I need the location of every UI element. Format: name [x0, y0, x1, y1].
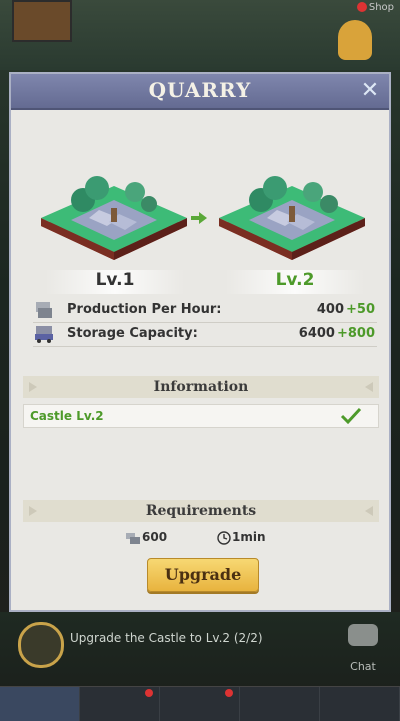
- decor-left: [29, 382, 37, 392]
- notification-badge: [145, 689, 153, 697]
- stat-value: 400 +50: [316, 302, 375, 317]
- condition-label: Castle Lv.2: [30, 409, 104, 423]
- upgrade-dialog: QUARRY ✕ Lv.1 Lv.2 Production Per Hour: …: [9, 72, 391, 612]
- decor-left: [29, 506, 37, 516]
- decor-right: [365, 506, 373, 516]
- chat-icon: [348, 624, 378, 646]
- hero-portrait: [12, 0, 72, 42]
- close-button[interactable]: ✕: [357, 78, 383, 104]
- stat-production-row: Production Per Hour: 400 +50: [33, 298, 377, 323]
- next-level-label: Lv.2: [225, 270, 365, 294]
- check-icon: [340, 407, 362, 425]
- stat-bonus: +50: [346, 302, 375, 317]
- upgrade-arrow-icon: [191, 212, 207, 224]
- nav-alliance[interactable]: [320, 687, 400, 721]
- quarry-lv1-image: [41, 176, 187, 260]
- quest-icon[interactable]: [18, 622, 64, 668]
- event-icon: [338, 20, 372, 60]
- requirements-list: 600 1min: [11, 530, 389, 552]
- condition-row: Castle Lv.2: [23, 404, 379, 428]
- requirements-heading: Requirements: [23, 500, 379, 522]
- stat-label: Production Per Hour:: [67, 302, 222, 317]
- close-icon: ✕: [360, 78, 380, 103]
- stat-value: 6400 +800: [298, 326, 375, 341]
- stat-storage-row: Storage Capacity: 6400 +800: [33, 322, 377, 347]
- quarry-lv2-image: [219, 176, 365, 260]
- information-heading-text: Information: [153, 379, 249, 395]
- clock-icon: [217, 530, 231, 545]
- time-cost: 1min: [217, 530, 266, 545]
- bottom-nav: [0, 686, 400, 721]
- decor-right: [365, 382, 373, 392]
- upgrade-button[interactable]: Upgrade: [147, 558, 259, 592]
- stone-cost-value: 600: [142, 530, 168, 544]
- nav-hero[interactable]: [80, 687, 160, 721]
- information-heading: Information: [23, 376, 379, 398]
- chat-label: Chat: [350, 660, 376, 673]
- nav-castle[interactable]: [0, 687, 80, 721]
- nav-quests[interactable]: [160, 687, 240, 721]
- nav-items[interactable]: [240, 687, 320, 721]
- stat-bonus: +800: [336, 326, 375, 341]
- stone-production-icon: [36, 302, 52, 318]
- dialog-title: QUARRY: [148, 78, 252, 102]
- stone-cost: 600: [125, 530, 167, 545]
- time-cost-value: 1min: [232, 530, 266, 544]
- dialog-header: QUARRY ✕: [11, 74, 389, 110]
- stat-label: Storage Capacity:: [67, 326, 198, 341]
- requirements-heading-text: Requirements: [145, 503, 257, 519]
- quest-text[interactable]: Upgrade the Castle to Lv.2 (2/2): [70, 630, 270, 646]
- shop-label: Shop: [368, 2, 394, 13]
- chat-button[interactable]: Chat: [340, 624, 386, 673]
- storage-cart-icon: [35, 326, 53, 343]
- current-level-label: Lv.1: [45, 270, 185, 294]
- stone-icon: [126, 532, 140, 544]
- notification-badge: [225, 689, 233, 697]
- notification-badge: [356, 2, 367, 12]
- shop-button[interactable]: Shop: [356, 2, 394, 13]
